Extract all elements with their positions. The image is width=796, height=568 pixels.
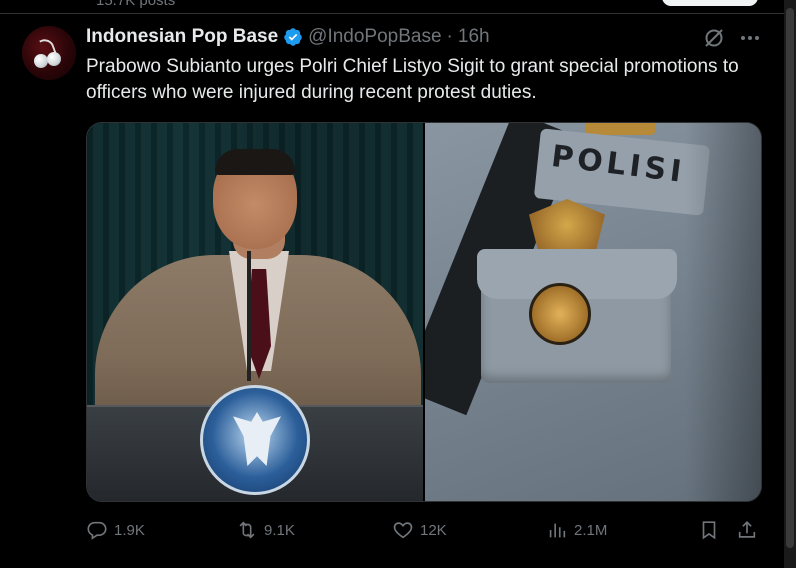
author-name[interactable]: Indonesian Pop Base xyxy=(86,26,278,48)
tweet-timestamp[interactable]: 16h xyxy=(458,26,490,48)
previous-posts-count: 15.7K posts xyxy=(96,0,176,9)
more-icon[interactable] xyxy=(738,26,762,50)
author-handle[interactable]: @IndoPopBase xyxy=(308,26,441,48)
tweet-header: Indonesian Pop Base @IndoPopBase · 16h xyxy=(86,26,490,48)
scrollbar-thumb[interactable] xyxy=(786,8,794,548)
reply-count: 1.9K xyxy=(114,521,145,539)
media-grid: POLISI xyxy=(86,122,762,502)
tweet[interactable]: Indonesian Pop Base @IndoPopBase · 16h P… xyxy=(0,14,784,568)
like-button[interactable]: 12K xyxy=(392,516,447,544)
bookmark-button[interactable] xyxy=(698,516,720,544)
reply-icon xyxy=(87,521,107,540)
views-button[interactable]: 2.1M xyxy=(546,516,607,544)
view-count: 2.1M xyxy=(574,521,608,539)
tweet-actions: 1.9K 9.1K 12K 2.1M xyxy=(86,516,766,544)
bookmark-icon xyxy=(702,521,716,540)
scrollbar[interactable] xyxy=(784,0,796,568)
media-image-police-uniform[interactable]: POLISI xyxy=(425,123,761,501)
verified-badge-icon xyxy=(283,27,303,47)
views-icon xyxy=(549,523,566,538)
repost-button[interactable]: 9.1K xyxy=(236,516,295,544)
share-button[interactable] xyxy=(736,516,758,544)
previous-item-strip: 15.7K posts xyxy=(0,0,784,14)
heart-icon xyxy=(393,522,413,539)
grok-icon[interactable] xyxy=(702,26,726,50)
media-image-speaker[interactable] xyxy=(87,123,423,501)
reply-button[interactable]: 1.9K xyxy=(86,516,145,544)
like-count: 12K xyxy=(420,521,447,539)
repost-count: 9.1K xyxy=(264,521,295,539)
repost-icon xyxy=(239,521,255,539)
tweet-text: Prabowo Subianto urges Polri Chief Listy… xyxy=(86,56,739,103)
avatar[interactable] xyxy=(22,26,76,80)
separator-dot: · xyxy=(446,26,453,47)
garuda-emblem-icon xyxy=(200,385,310,495)
follow-button-partial[interactable] xyxy=(662,0,758,6)
share-icon xyxy=(738,521,756,538)
